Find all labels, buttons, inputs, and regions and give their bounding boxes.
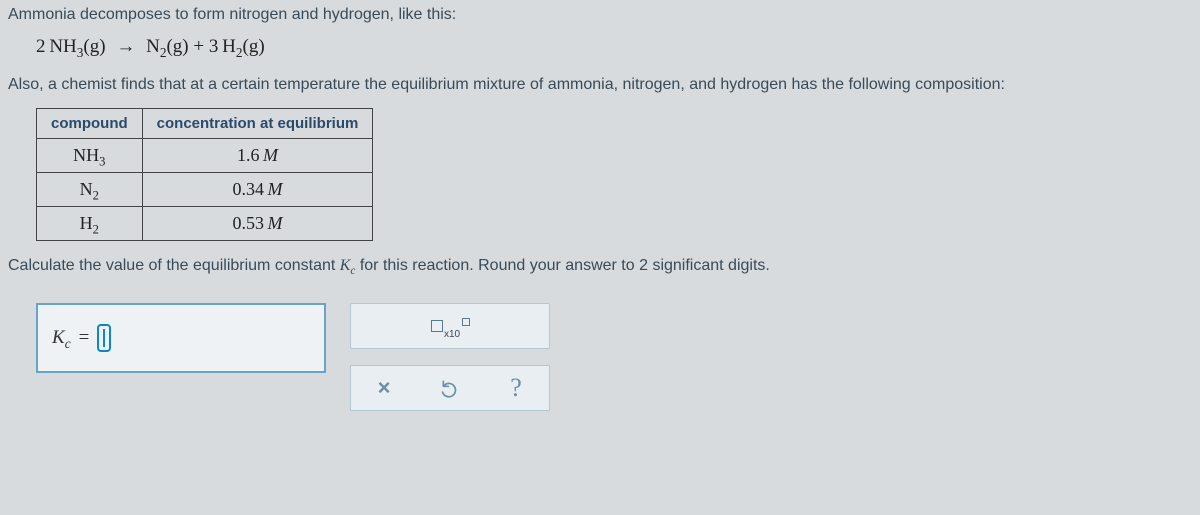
reset-button[interactable] [432, 373, 468, 403]
rhs1-species: N [146, 36, 160, 57]
question-icon: ? [510, 373, 522, 403]
table-cell-compound: NH3 [37, 139, 143, 173]
compound-base: N [80, 179, 93, 199]
clear-button[interactable]: × [366, 373, 402, 403]
calc-text-tail: significant digits. [648, 257, 770, 274]
rhs2-phase: (g) [243, 36, 265, 57]
table-row: N2 0.34 M [37, 173, 373, 207]
box-x10-icon: x10 [431, 320, 469, 332]
table-row: NH3 1.6 M [37, 139, 373, 173]
conc-value: 0.34 [232, 179, 264, 199]
kc-symbol: Kc [340, 257, 356, 274]
compound-base: H [80, 213, 93, 233]
table-header-row: compound concentration at equilibrium [37, 109, 373, 139]
prompt-intro: Ammonia decomposes to form nitrogen and … [8, 6, 1190, 24]
answer-kc-label: Kc [52, 327, 71, 349]
answer-input-box[interactable]: Kc = [36, 303, 326, 373]
help-button[interactable]: ? [498, 373, 534, 403]
reaction-arrow-icon: → [116, 36, 135, 58]
calculate-prompt: Calculate the value of the equilibrium c… [8, 257, 1190, 275]
table-cell-conc: 1.6 M [142, 139, 373, 173]
format-toolbar: x10 [350, 303, 550, 349]
prompt-also: Also, a chemist finds that at a certain … [8, 76, 1190, 94]
sig-figs: 2 [639, 257, 648, 274]
table-cell-conc: 0.53 M [142, 207, 373, 241]
calc-text-post: for this reaction. Round your answer to [355, 257, 639, 274]
table-cell-compound: N2 [37, 173, 143, 207]
rhs2-coefficient: 3 [209, 36, 219, 57]
equals-sign: = [79, 327, 90, 349]
rhs1-phase: (g) [166, 36, 188, 57]
answer-k: K [52, 327, 65, 348]
undo-icon [440, 378, 460, 398]
compound-sub: 2 [93, 189, 99, 203]
action-toolbar: × ? [350, 365, 550, 411]
table-row: H2 0.53 M [37, 207, 373, 241]
close-icon: × [378, 375, 391, 401]
conc-unit: M [268, 179, 283, 199]
table-header-concentration: concentration at equilibrium [142, 109, 373, 139]
lhs-coefficient: 2 [36, 36, 46, 57]
scientific-notation-button[interactable]: x10 [431, 320, 469, 332]
conc-value: 0.53 [232, 213, 264, 233]
compound-sub: 2 [93, 223, 99, 237]
reaction-equation: 2 NH3(g) → N2(g) + 3 H2(g) [36, 36, 1190, 58]
lhs-phase: (g) [83, 36, 105, 57]
rhs2-species: H [222, 36, 236, 57]
kc-k: K [340, 257, 351, 274]
calc-text-pre: Calculate the value of the equilibrium c… [8, 257, 340, 274]
conc-value: 1.6 [237, 145, 260, 165]
rhs2-subscript: 2 [236, 45, 243, 60]
lhs-species: NH [49, 36, 76, 57]
answer-k-sub: c [65, 336, 71, 351]
conc-unit: M [268, 213, 283, 233]
table-cell-conc: 0.34 M [142, 173, 373, 207]
equilibrium-table: compound concentration at equilibrium NH… [36, 108, 373, 241]
plus: + [193, 36, 204, 57]
conc-unit: M [263, 145, 278, 165]
compound-base: NH [73, 145, 99, 165]
table-header-compound: compound [37, 109, 143, 139]
table-cell-compound: H2 [37, 207, 143, 241]
compound-sub: 3 [99, 155, 105, 169]
answer-input-cursor[interactable] [97, 324, 111, 352]
